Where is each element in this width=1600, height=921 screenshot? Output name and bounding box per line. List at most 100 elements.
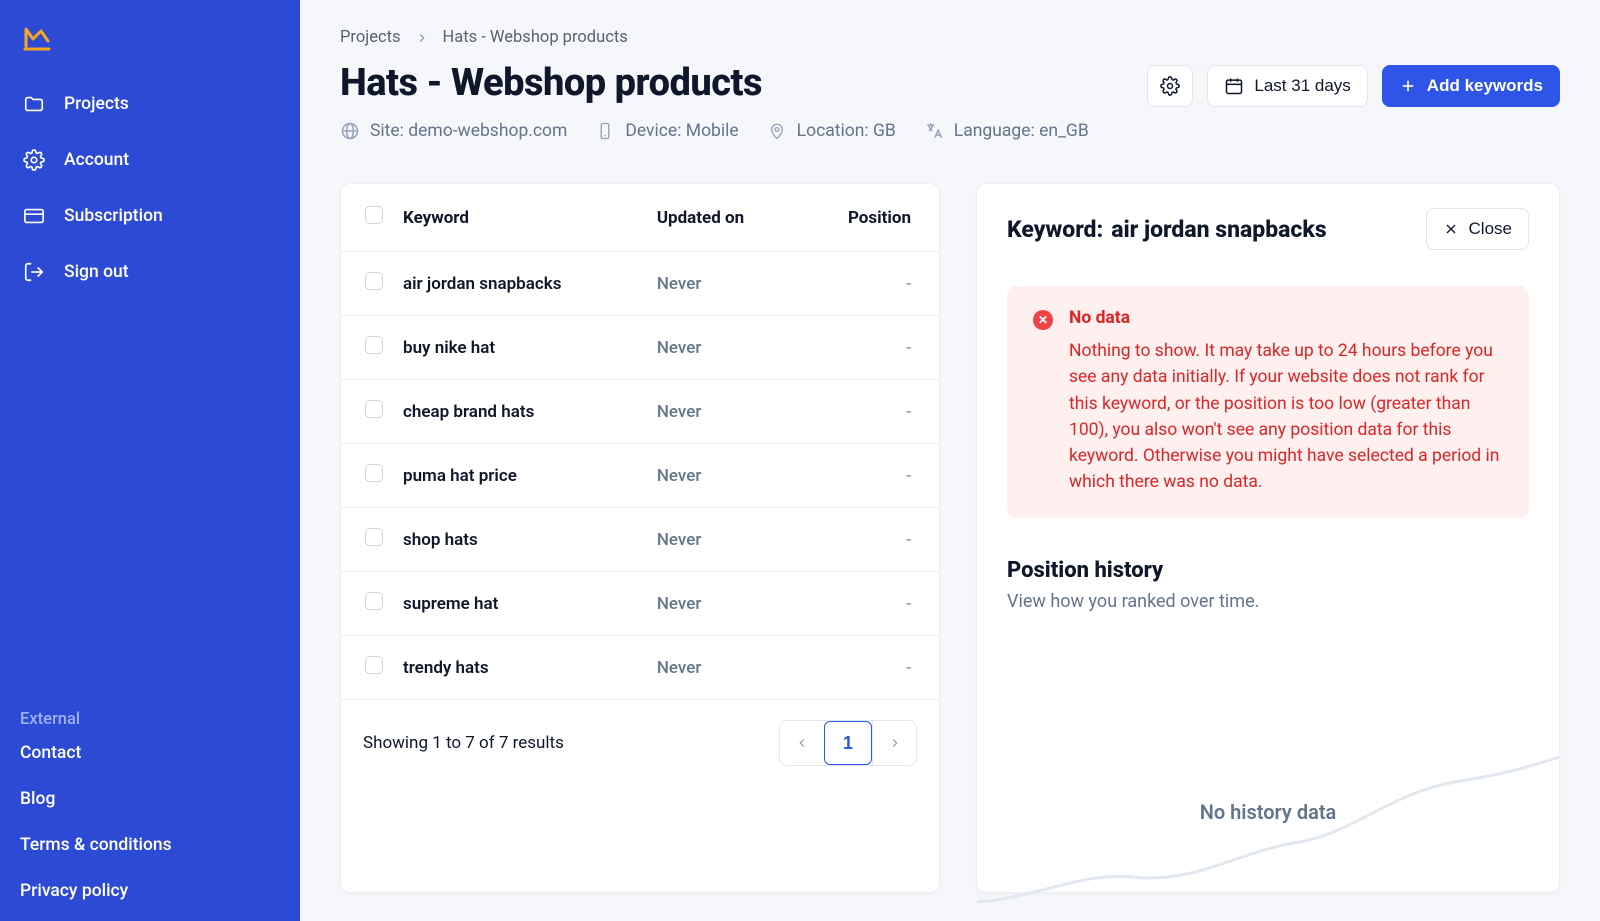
- breadcrumb-root[interactable]: Projects: [340, 28, 401, 47]
- history-subtitle: View how you ranked over time.: [1007, 591, 1529, 612]
- ext-link-privacy[interactable]: Privacy policy: [20, 881, 280, 901]
- row-updated: Never: [657, 252, 810, 316]
- keywords-table-panel: Keyword Updated on Position air jordan s…: [340, 183, 940, 893]
- table-row[interactable]: trendy hatsNever-: [341, 636, 939, 700]
- row-position: -: [809, 636, 939, 700]
- logo: [20, 26, 280, 52]
- row-updated: Never: [657, 380, 810, 444]
- page-number-button[interactable]: 1: [824, 721, 872, 765]
- history-title: Position history: [1007, 558, 1529, 583]
- sidebar-external: External Contact Blog Terms & conditions…: [20, 710, 280, 901]
- sidebar: Projects Account Subscription Sign out E…: [0, 0, 300, 921]
- detail-title: Keyword: air jordan snapbacks: [1007, 216, 1327, 243]
- page-title: Hats - Webshop products: [340, 61, 1089, 105]
- gear-icon: [1160, 76, 1180, 96]
- meta-location-text: Location: GB: [797, 121, 896, 141]
- chevron-right-icon: [415, 31, 429, 45]
- row-position: -: [809, 572, 939, 636]
- error-text: Nothing to show. It may take up to 24 ho…: [1069, 338, 1503, 496]
- main: Projects Hats - Webshop products Hats - …: [300, 0, 1600, 921]
- ext-link-terms[interactable]: Terms & conditions: [20, 835, 280, 855]
- select-all-checkbox[interactable]: [365, 206, 383, 224]
- page-prev-button[interactable]: [780, 721, 824, 765]
- table-row[interactable]: buy nike hatNever-: [341, 316, 939, 380]
- row-keyword: air jordan snapbacks: [403, 252, 657, 316]
- sidebar-item-projects[interactable]: Projects: [20, 78, 280, 130]
- calendar-icon: [1224, 76, 1244, 96]
- row-keyword: puma hat price: [403, 444, 657, 508]
- row-keyword: cheap brand hats: [403, 380, 657, 444]
- row-checkbox[interactable]: [365, 336, 383, 354]
- plus-icon: [1399, 77, 1417, 95]
- row-keyword: trendy hats: [403, 636, 657, 700]
- meta-language-text: Language: en_GB: [954, 121, 1089, 141]
- add-keywords-button[interactable]: Add keywords: [1382, 65, 1560, 107]
- close-detail-button[interactable]: Close: [1426, 208, 1529, 250]
- folder-icon: [22, 92, 46, 116]
- meta-device: Device: Mobile: [595, 121, 738, 141]
- row-checkbox[interactable]: [365, 656, 383, 674]
- row-updated: Never: [657, 316, 810, 380]
- sidebar-item-subscription[interactable]: Subscription: [20, 190, 280, 242]
- keywords-table: Keyword Updated on Position air jordan s…: [341, 184, 939, 700]
- signout-icon: [22, 260, 46, 284]
- location-icon: [767, 121, 787, 141]
- row-checkbox[interactable]: [365, 272, 383, 290]
- row-position: -: [809, 252, 939, 316]
- row-keyword: buy nike hat: [403, 316, 657, 380]
- col-keyword: Keyword: [403, 184, 657, 252]
- table-row[interactable]: supreme hatNever-: [341, 572, 939, 636]
- no-data-alert: ✕ No data Nothing to show. It may take u…: [1007, 286, 1529, 518]
- row-position: -: [809, 508, 939, 572]
- sidebar-item-signout[interactable]: Sign out: [20, 246, 280, 298]
- row-checkbox[interactable]: [365, 528, 383, 546]
- error-icon: ✕: [1033, 310, 1053, 330]
- close-icon: [1443, 221, 1459, 237]
- globe-icon: [340, 121, 360, 141]
- breadcrumb-current: Hats - Webshop products: [443, 28, 628, 47]
- sidebar-item-label: Projects: [64, 94, 129, 114]
- row-checkbox[interactable]: [365, 464, 383, 482]
- table-row[interactable]: air jordan snapbacksNever-: [341, 252, 939, 316]
- keyword-detail-panel: Keyword: air jordan snapbacks Close ✕ No…: [976, 183, 1560, 893]
- project-settings-button[interactable]: [1147, 65, 1193, 107]
- sidebar-item-account[interactable]: Account: [20, 134, 280, 186]
- sidebar-item-label: Subscription: [64, 206, 163, 226]
- meta-language: Language: en_GB: [924, 121, 1089, 141]
- card-icon: [22, 204, 46, 228]
- sidebar-nav: Projects Account Subscription Sign out: [20, 78, 280, 298]
- table-row[interactable]: puma hat priceNever-: [341, 444, 939, 508]
- row-checkbox[interactable]: [365, 400, 383, 418]
- row-position: -: [809, 380, 939, 444]
- row-checkbox[interactable]: [365, 592, 383, 610]
- ext-link-contact[interactable]: Contact: [20, 743, 280, 763]
- meta-site-text: Site: demo-webshop.com: [370, 121, 567, 141]
- project-meta: Site: demo-webshop.com Device: Mobile Lo…: [340, 121, 1089, 141]
- table-row[interactable]: shop hatsNever-: [341, 508, 939, 572]
- language-icon: [924, 121, 944, 141]
- row-updated: Never: [657, 508, 810, 572]
- detail-keyword: air jordan snapbacks: [1111, 216, 1326, 243]
- header-actions: Last 31 days Add keywords: [1147, 65, 1560, 107]
- row-updated: Never: [657, 444, 810, 508]
- error-title: No data: [1069, 308, 1503, 328]
- table-row[interactable]: cheap brand hatsNever-: [341, 380, 939, 444]
- close-label: Close: [1469, 219, 1512, 239]
- row-position: -: [809, 444, 939, 508]
- meta-site: Site: demo-webshop.com: [340, 121, 567, 141]
- add-keywords-text: Add keywords: [1427, 76, 1543, 96]
- row-updated: Never: [657, 636, 810, 700]
- col-position: Position: [809, 184, 939, 252]
- page-next-button[interactable]: [872, 721, 916, 765]
- history-section: Position history View how you ranked ove…: [977, 518, 1559, 893]
- date-range-text: Last 31 days: [1254, 76, 1350, 96]
- gear-icon: [22, 148, 46, 172]
- row-keyword: shop hats: [403, 508, 657, 572]
- logo-icon: [22, 26, 52, 52]
- ext-link-blog[interactable]: Blog: [20, 789, 280, 809]
- meta-location: Location: GB: [767, 121, 896, 141]
- external-label: External: [20, 710, 280, 729]
- row-position: -: [809, 316, 939, 380]
- date-range-button[interactable]: Last 31 days: [1207, 65, 1367, 107]
- breadcrumbs: Projects Hats - Webshop products: [340, 28, 1560, 47]
